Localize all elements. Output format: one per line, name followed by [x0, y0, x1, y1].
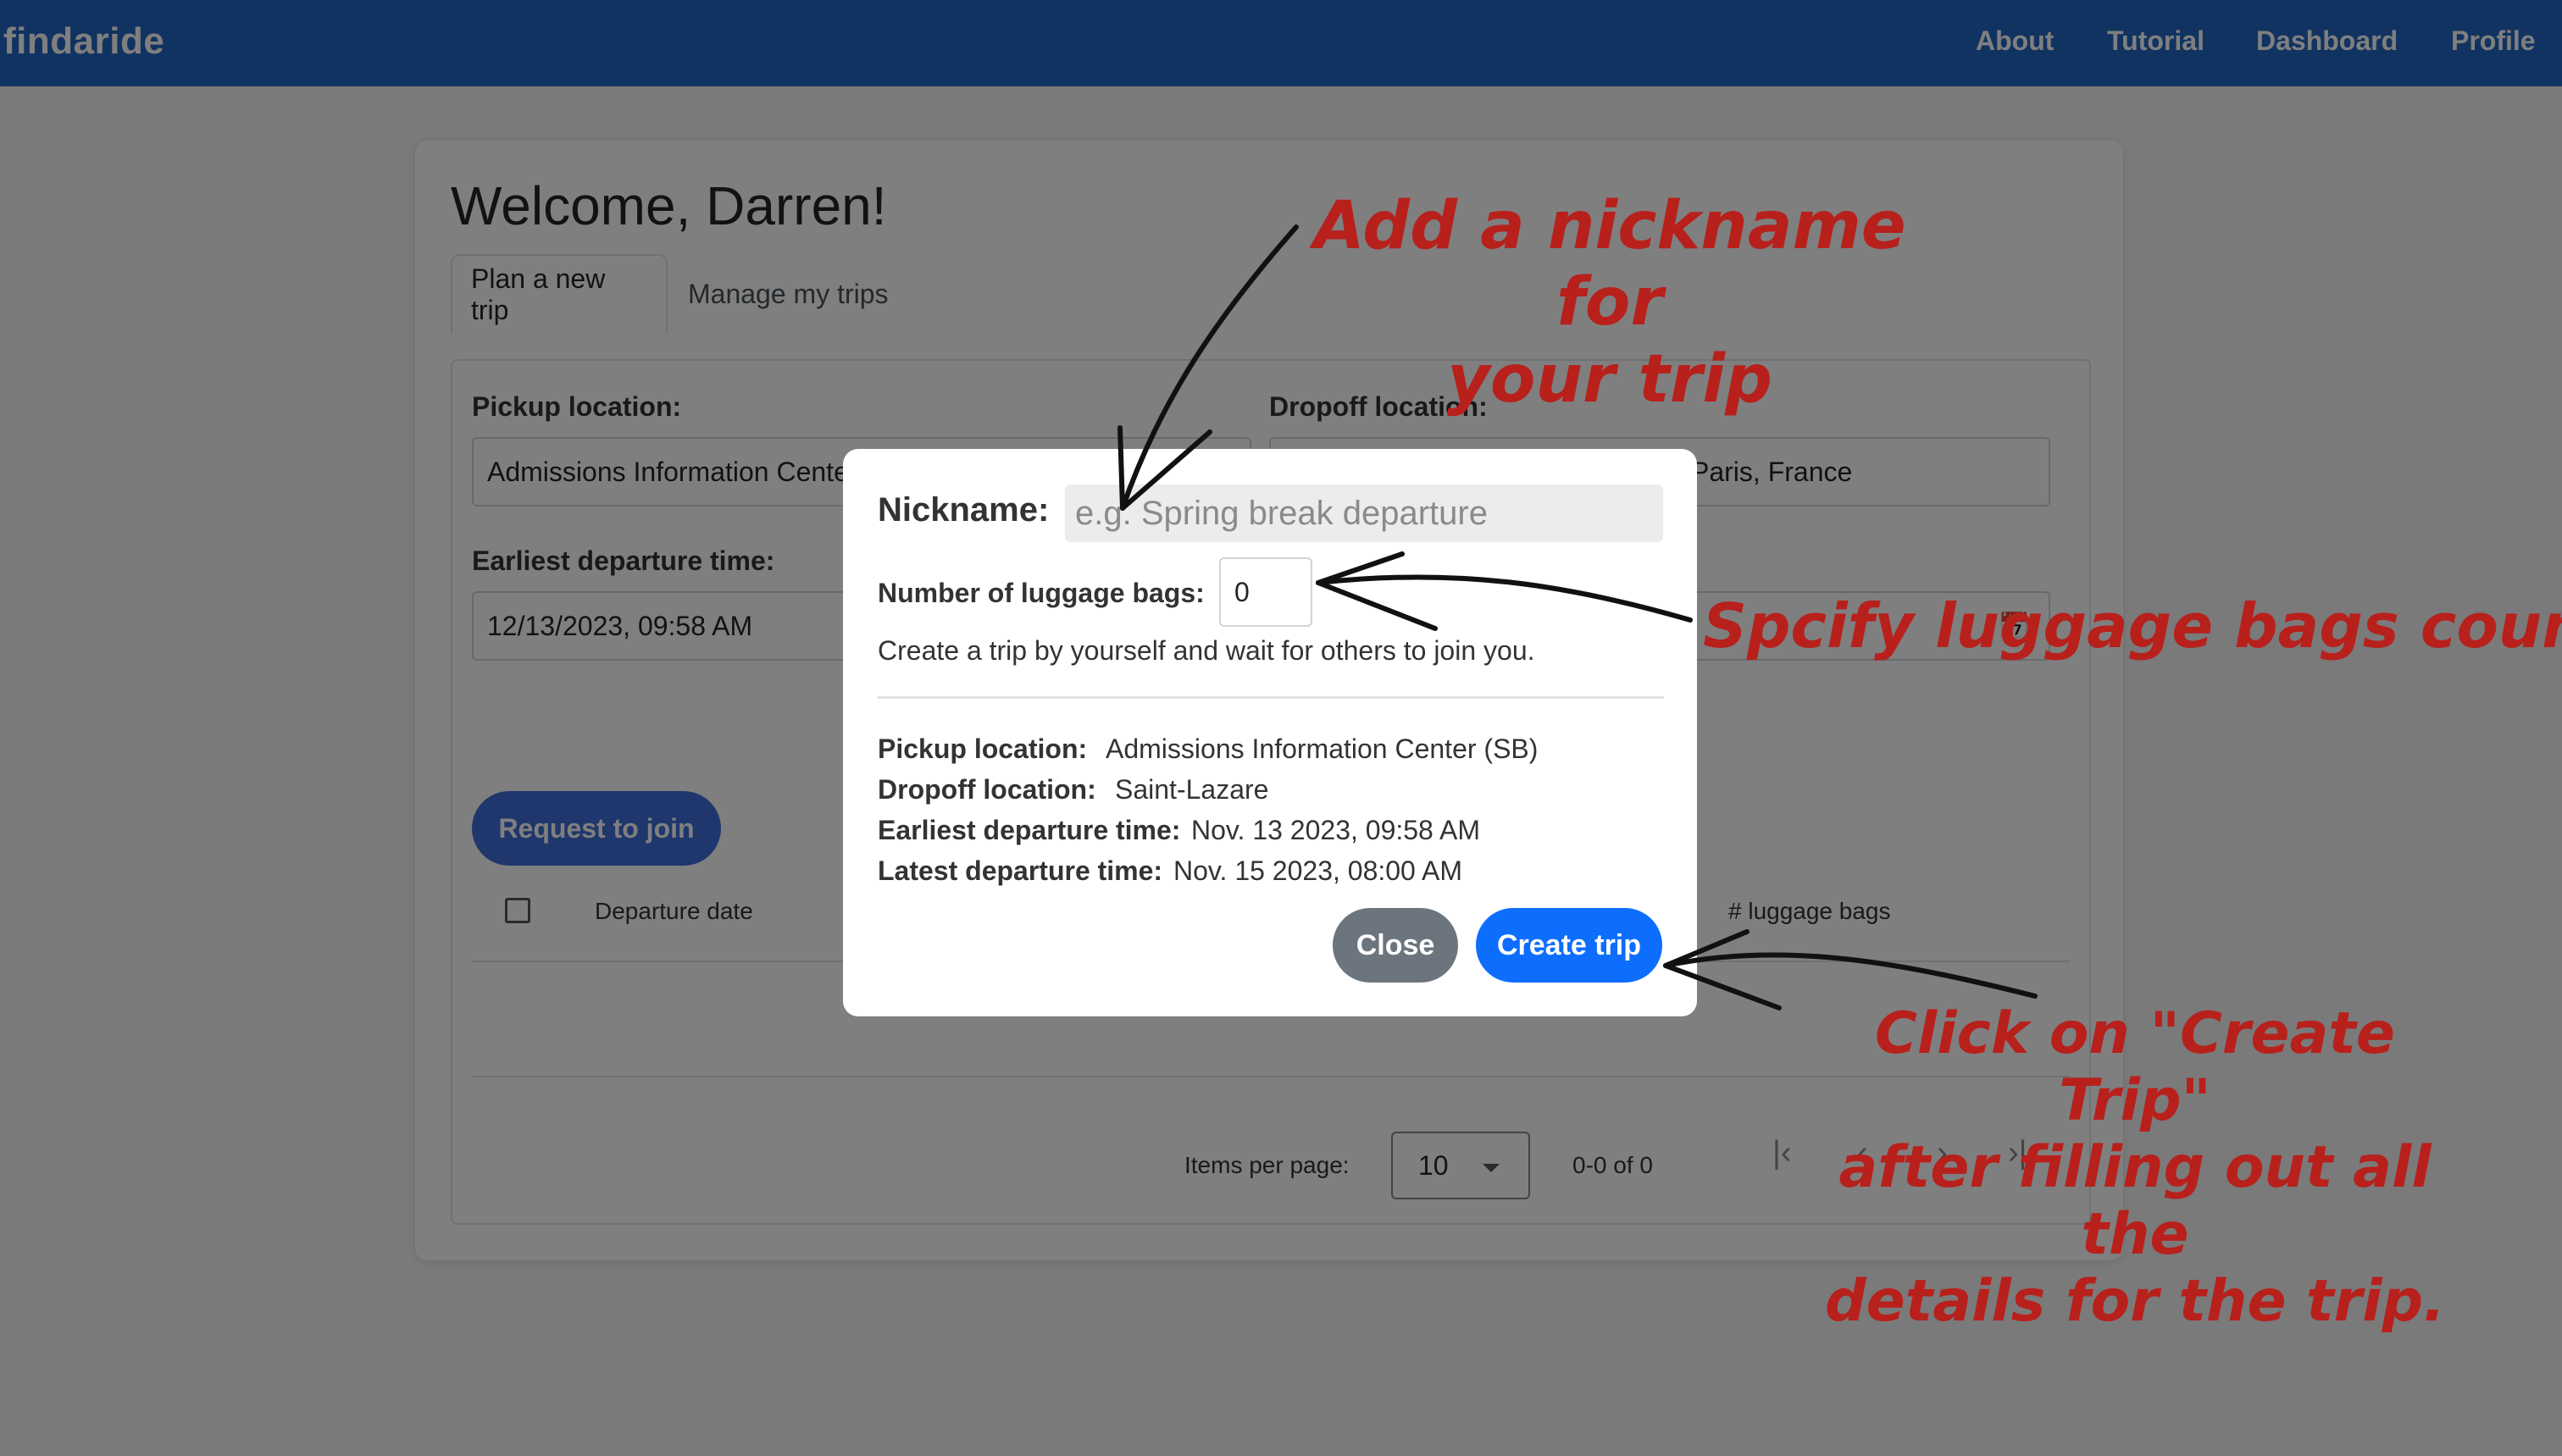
create-annotation-line3: details for the trip. — [1824, 1267, 2446, 1335]
nickname-annotation: Add a nickname for your trip — [1296, 188, 1923, 418]
luggage-arrow-shaft — [1316, 574, 1693, 623]
create-annotation-line2: after filling out all the — [1838, 1133, 2432, 1268]
nickname-annotation-line1: Add a nickname for — [1313, 188, 1906, 341]
nickname-arrow-head-left — [1117, 425, 1125, 511]
create-arrow-shaft — [1663, 952, 2038, 999]
create-arrow-head-bottom — [1663, 963, 1782, 1010]
create-annotation-line1: Click on "Create Trip" — [1874, 1000, 2396, 1134]
nickname-annotation-line2: your trip — [1447, 340, 1772, 418]
nickname-arrow-shaft — [1120, 224, 1299, 511]
create-annotation: Click on "Create Trip" after filling out… — [1813, 1000, 2457, 1335]
luggage-annotation: Spcify luggage bags count — [1703, 590, 2562, 662]
luggage-arrow-head-bottom — [1316, 580, 1438, 631]
